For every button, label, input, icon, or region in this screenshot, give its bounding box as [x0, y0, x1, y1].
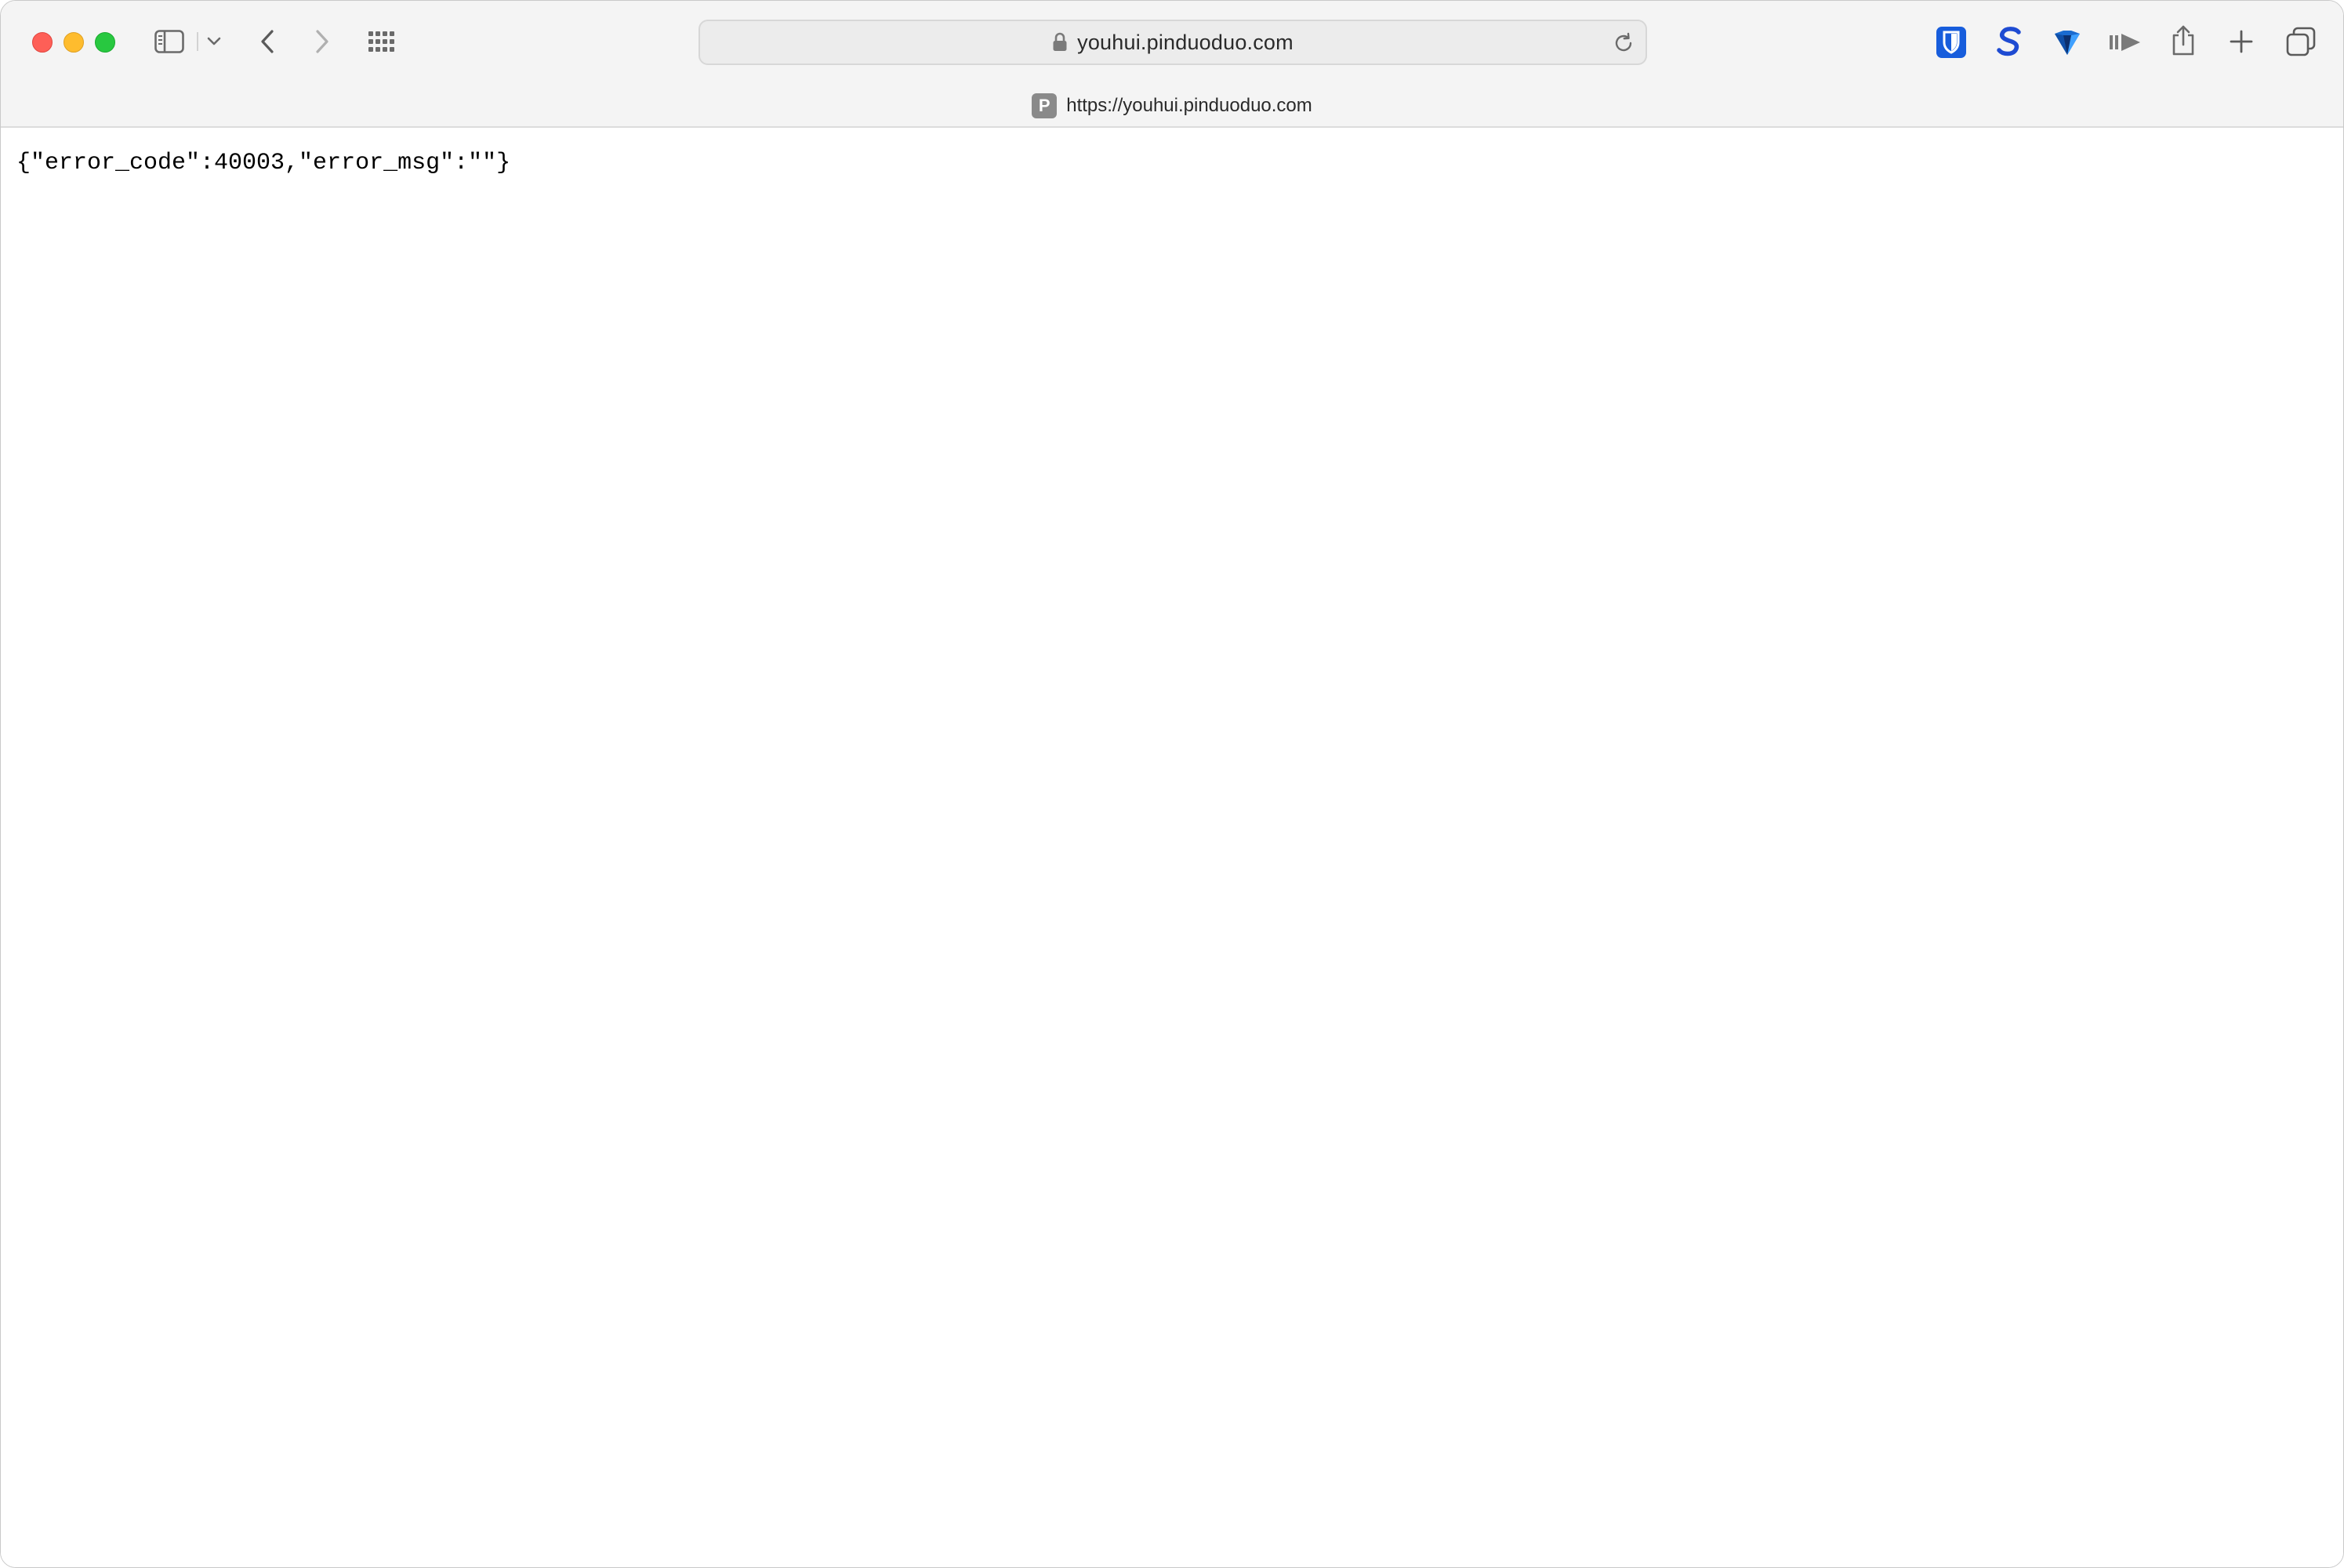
favicon-icon: P	[1032, 93, 1058, 118]
address-host-text: youhui.pinduoduo.com	[1077, 30, 1294, 54]
maximize-window-button[interactable]	[95, 32, 115, 53]
lock-icon	[1052, 32, 1068, 53]
browser-toolbar: youhui.pinduoduo.com P https://youhui.pi…	[1, 1, 2343, 128]
share-icon[interactable]	[2168, 23, 2199, 59]
browser-window: youhui.pinduoduo.com P https://youhui.pi…	[0, 0, 2344, 1568]
tab-title: https://youhui.pinduoduo.com	[1066, 95, 1312, 116]
new-tab-icon[interactable]	[2226, 26, 2257, 57]
sidebar-icon[interactable]	[153, 26, 186, 57]
tab-item[interactable]: P https://youhui.pinduoduo.com	[1, 85, 2343, 126]
diamond-extension-icon[interactable]	[2052, 26, 2083, 59]
close-window-button[interactable]	[32, 32, 53, 53]
page-content: {"error_code":40003,"error_msg":""}	[1, 128, 2343, 1567]
grid-icon[interactable]	[366, 26, 397, 57]
json-response-text: {"error_code":40003,"error_msg":""}	[16, 150, 511, 176]
minimize-window-button[interactable]	[63, 32, 84, 53]
back-icon[interactable]	[253, 26, 281, 57]
forward-icon[interactable]	[308, 26, 336, 57]
bitwarden-icon[interactable]	[1936, 26, 1967, 59]
chevron-down-icon[interactable]	[205, 32, 223, 51]
toolbar-divider	[197, 32, 198, 51]
s-extension-icon[interactable]	[1994, 24, 2025, 59]
media-icon[interactable]	[2108, 27, 2143, 57]
tabs-overview-icon[interactable]	[2284, 24, 2318, 59]
reload-icon[interactable]	[1611, 31, 1636, 56]
address-bar[interactable]: youhui.pinduoduo.com	[698, 20, 1647, 65]
